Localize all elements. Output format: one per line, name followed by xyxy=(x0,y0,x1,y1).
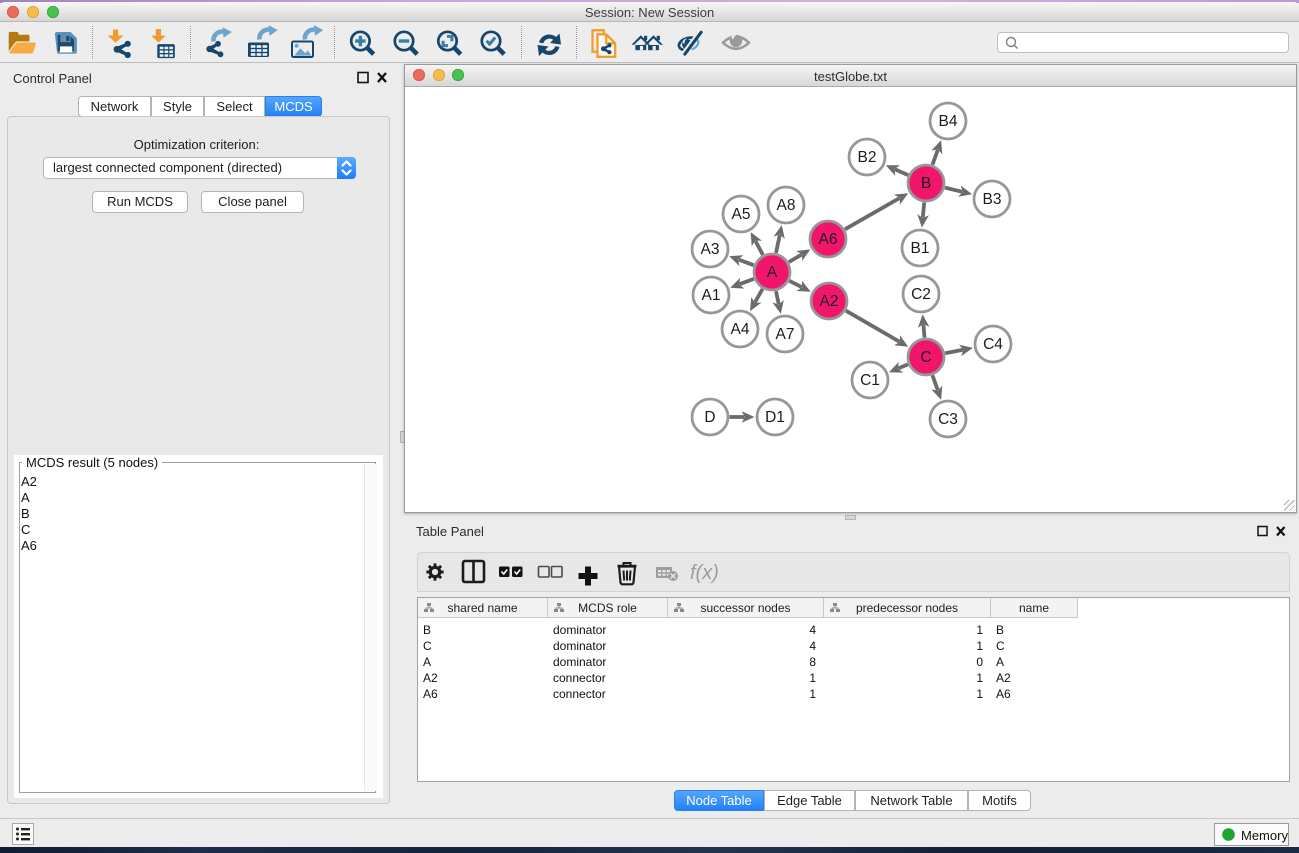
svg-text:A: A xyxy=(767,264,778,281)
svg-text:B: B xyxy=(921,175,931,192)
svg-text:C: C xyxy=(920,349,931,366)
svg-text:A7: A7 xyxy=(776,326,795,343)
svg-text:A2: A2 xyxy=(820,293,839,310)
svg-text:f(x): f(x) xyxy=(690,562,719,584)
svg-text:C2: C2 xyxy=(911,286,931,303)
svg-text:A3: A3 xyxy=(701,241,720,258)
svg-text:A5: A5 xyxy=(732,206,751,223)
svg-text:D: D xyxy=(704,409,715,426)
svg-text:A6: A6 xyxy=(819,231,838,248)
svg-text:D1: D1 xyxy=(765,409,785,426)
svg-text:C1: C1 xyxy=(860,372,880,389)
svg-text:A8: A8 xyxy=(777,197,796,214)
svg-text:C3: C3 xyxy=(938,411,958,428)
svg-text:B1: B1 xyxy=(911,240,930,257)
svg-text:A4: A4 xyxy=(731,321,750,338)
svg-text:A1: A1 xyxy=(702,287,721,304)
svg-text:B4: B4 xyxy=(939,113,958,130)
svg-text:C4: C4 xyxy=(983,336,1003,353)
svg-text:B3: B3 xyxy=(983,191,1002,208)
svg-text:B2: B2 xyxy=(858,149,877,166)
